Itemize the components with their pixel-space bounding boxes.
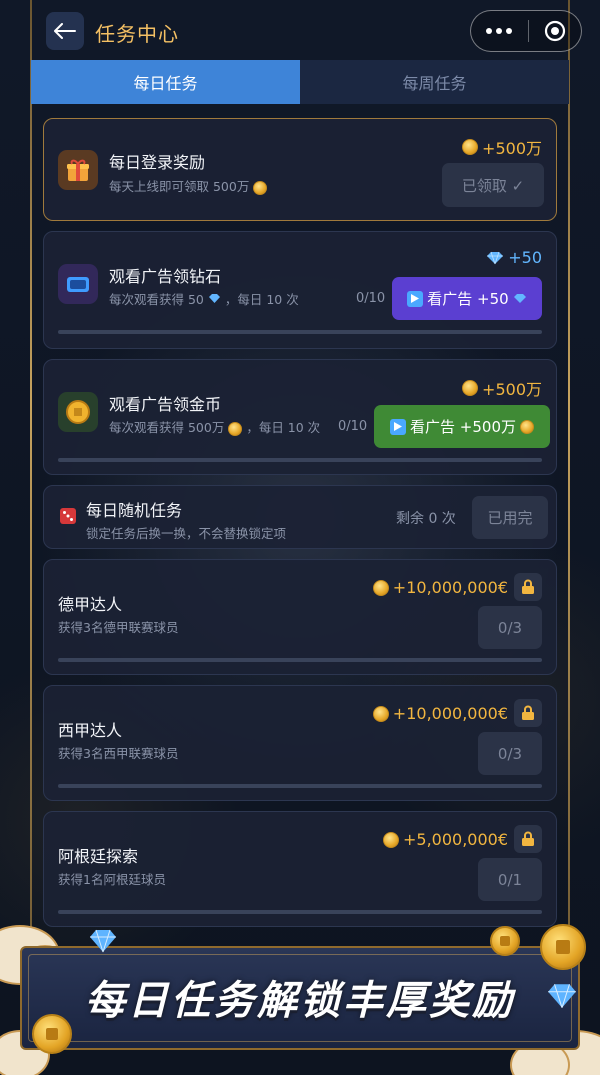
task-reward: +5,000,000€ — [382, 830, 508, 849]
lock-icon[interactable] — [514, 825, 542, 853]
diamond-icon — [208, 294, 220, 303]
claimed-button[interactable]: 已领取 ✓ — [442, 163, 544, 207]
progress-bar — [58, 910, 542, 914]
task-subtitle-text: 每次观看获得 500万 — [109, 420, 225, 435]
tv-icon — [58, 264, 98, 304]
coin-icon — [228, 421, 243, 436]
task-reward: +50 — [486, 248, 542, 267]
watch-ad-diamond-button[interactable]: 看广告 +50 — [392, 277, 542, 320]
mini-program-capsule — [470, 10, 582, 52]
task-reward-text: +500万 — [482, 380, 542, 399]
tab-weekly[interactable]: 每周任务 — [300, 60, 569, 104]
random-used-up-button[interactable]: 已用完 — [472, 496, 548, 539]
coin-icon — [462, 380, 479, 396]
progress-bar — [58, 658, 542, 662]
task-card-ad-coin: 观看广告领金币 每次观看获得 500万 ，每日 10 次 +500万 0/10 … — [43, 359, 557, 475]
coin-icon — [382, 831, 399, 848]
task-card-login: 每日登录奖励 每天上线即可领取 500万 +500万 已领取 ✓ — [43, 118, 557, 221]
task-subtitle-text: 每天上线即可领取 500万 — [109, 179, 250, 194]
dice-icon — [60, 508, 76, 524]
task-subtitle: 锁定任务后换一换，不会替换锁定项 — [86, 526, 287, 541]
tab-daily[interactable]: 每日任务 — [31, 60, 300, 104]
page-title: 任务中心 — [95, 22, 179, 46]
coin-icon — [490, 926, 520, 956]
target-icon[interactable] — [529, 19, 581, 43]
task-title: 观看广告领金币 — [109, 395, 222, 414]
coin-icon — [540, 924, 586, 970]
task-subtitle: 获得3名德甲联赛球员 — [58, 620, 179, 635]
task-subtitle-text: 每次观看获得 50 — [109, 292, 204, 307]
frame-border-right — [568, 0, 570, 1005]
coin-icon — [519, 419, 534, 434]
task-card-random: 每日随机任务 锁定任务后换一换，不会替换锁定项 剩余 0 次 已用完 — [43, 485, 557, 549]
task-subtitle: 获得3名西甲联赛球员 — [58, 746, 179, 761]
task-progress: 0/10 — [356, 291, 386, 306]
task-title: 德甲达人 — [58, 595, 123, 614]
banner-text: 每日任务解锁丰厚奖励 — [85, 978, 515, 1024]
task-subtitle: 每次观看获得 500万 ，每日 10 次 — [109, 417, 320, 436]
task-title: 观看广告领钻石 — [109, 267, 222, 286]
gift-icon — [58, 150, 98, 190]
task-title: 每日随机任务 — [86, 501, 183, 520]
button-label: 看广告 +500万 — [410, 418, 516, 436]
task-progress-button[interactable]: 0/1 — [478, 858, 542, 901]
coin-icon — [462, 139, 479, 155]
progress-bar — [58, 330, 542, 334]
diamond-icon — [513, 294, 526, 303]
diamond-icon — [548, 984, 576, 1008]
more-dots-icon[interactable] — [471, 28, 528, 34]
task-subtitle: 每天上线即可领取 500万 — [109, 176, 268, 195]
task-progress: 0/10 — [338, 419, 368, 434]
progress-bar — [58, 458, 542, 462]
task-reward-text: +5,000,000€ — [402, 830, 508, 849]
task-card-laliga: 西甲达人 获得3名西甲联赛球员 +10,000,000€ 0/3 — [43, 685, 557, 801]
back-button[interactable] — [46, 12, 84, 50]
task-reward: +10,000,000€ — [372, 704, 508, 723]
tab-bar: 每日任务 每周任务 — [31, 60, 569, 104]
task-card-argentina: 阿根廷探索 获得1名阿根廷球员 +5,000,000€ 0/1 — [43, 811, 557, 927]
task-card-bundesliga: 德甲达人 获得3名德甲联赛球员 +10,000,000€ 0/3 — [43, 559, 557, 675]
header: 任务中心 — [0, 0, 600, 60]
frame-border-left — [30, 0, 32, 1005]
task-reward: +500万 — [462, 135, 542, 159]
coin-icon — [32, 1014, 72, 1054]
task-card-ad-diamond: 观看广告领钻石 每次观看获得 50 ，每日 10 次 +50 0/10 看广告 … — [43, 231, 557, 349]
task-progress-button[interactable]: 0/3 — [478, 606, 542, 649]
coin-icon — [58, 392, 98, 432]
progress-bar — [58, 784, 542, 788]
promo-banner: 每日任务解锁丰厚奖励 — [20, 946, 580, 1050]
task-subtitle-text-b: ，每日 10 次 — [224, 292, 299, 307]
task-reward: +10,000,000€ — [372, 578, 508, 597]
task-reward-text: +10,000,000€ — [392, 704, 508, 723]
task-title: 阿根廷探索 — [58, 847, 139, 866]
task-subtitle-text-b: ，每日 10 次 — [246, 420, 321, 435]
task-title: 每日登录奖励 — [109, 153, 206, 172]
coin-icon — [372, 579, 389, 596]
lock-icon[interactable] — [514, 573, 542, 601]
play-icon — [390, 418, 407, 435]
coin-icon — [253, 180, 268, 195]
remaining-count: 剩余 0 次 — [396, 511, 456, 527]
task-reward: +500万 — [462, 376, 542, 400]
back-arrow-icon — [54, 23, 76, 39]
play-icon — [407, 290, 424, 307]
lock-icon[interactable] — [514, 699, 542, 727]
diamond-icon — [487, 251, 504, 264]
task-title: 西甲达人 — [58, 721, 123, 740]
task-subtitle: 获得1名阿根廷球员 — [58, 872, 166, 887]
task-reward-text: +500万 — [482, 139, 542, 158]
button-label: 看广告 +50 — [427, 290, 509, 308]
task-progress-button[interactable]: 0/3 — [478, 732, 542, 775]
diamond-icon — [90, 929, 116, 953]
task-reward-text: +10,000,000€ — [392, 578, 508, 597]
task-subtitle: 每次观看获得 50 ，每日 10 次 — [109, 289, 299, 308]
watch-ad-coin-button[interactable]: 看广告 +500万 — [374, 405, 550, 448]
coin-icon — [372, 705, 389, 722]
task-reward-text: +50 — [508, 248, 542, 267]
